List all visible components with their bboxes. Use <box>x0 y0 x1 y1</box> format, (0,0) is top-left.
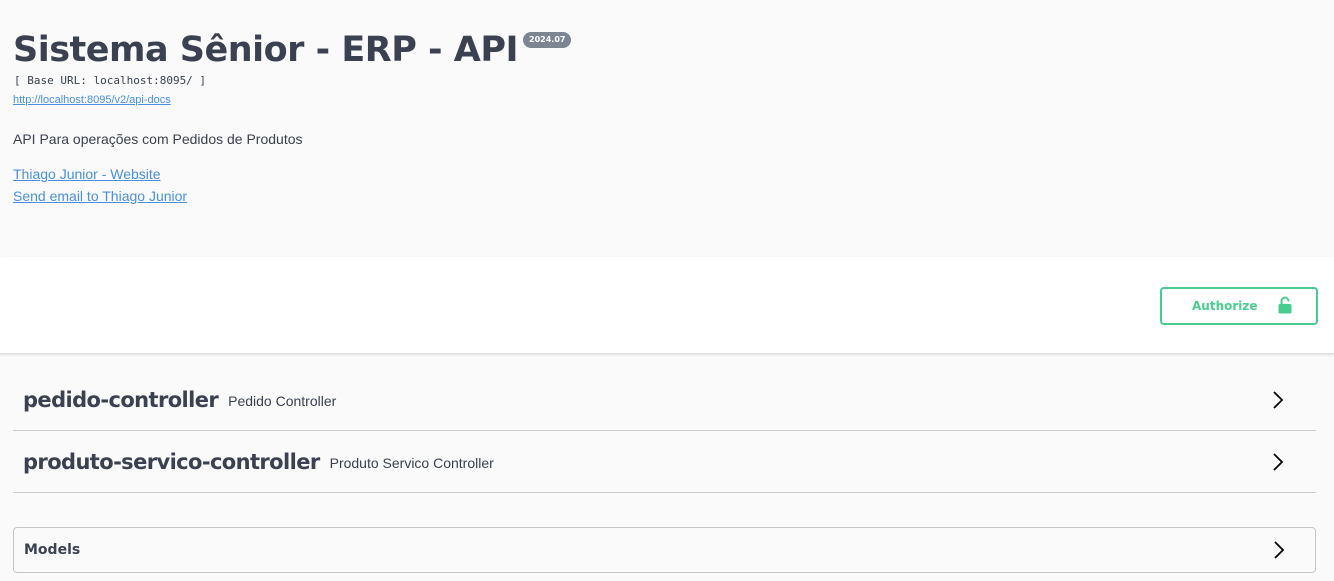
tag-name: produto-servico-controller <box>23 449 320 474</box>
authorize-label: Authorize <box>1192 299 1258 313</box>
models-section[interactable]: Models <box>13 527 1316 573</box>
tag-description: Produto Servico Controller <box>329 454 494 471</box>
tag-description: Pedido Controller <box>228 392 337 409</box>
api-description: API Para operações com Pedidos de Produt… <box>13 131 303 147</box>
models-label: Models <box>24 542 81 558</box>
api-docs-link[interactable]: http://localhost:8095/v2/api-docs <box>13 94 171 106</box>
page-title: Sistema Sênior - ERP - API <box>13 30 519 70</box>
tag-produto-servico-controller[interactable]: produto-servico-controller Produto Servi… <box>13 431 1316 493</box>
version-badge: 2024.07 <box>523 32 572 48</box>
contact-email-link[interactable]: Send email to Thiago Junior <box>13 188 187 204</box>
tag-name: pedido-controller <box>23 387 219 412</box>
scheme-container: Authorize <box>0 257 1334 354</box>
title-row: Sistema Sênior - ERP - API 2024.07 <box>13 28 572 72</box>
chevron-right-icon[interactable] <box>1269 540 1289 560</box>
lock-icon <box>1278 296 1292 314</box>
tag-pedido-controller[interactable]: pedido-controller Pedido Controller <box>13 369 1316 431</box>
info-section: Sistema Sênior - ERP - API 2024.07 [ Bas… <box>0 0 1334 257</box>
contact-website-link[interactable]: Thiago Junior - Website <box>13 166 161 182</box>
chevron-right-icon[interactable] <box>1268 452 1288 472</box>
chevron-right-icon[interactable] <box>1268 390 1288 410</box>
base-url: [ Base URL: localhost:8095/ ] <box>14 74 207 87</box>
authorize-button[interactable]: Authorize <box>1160 287 1318 325</box>
